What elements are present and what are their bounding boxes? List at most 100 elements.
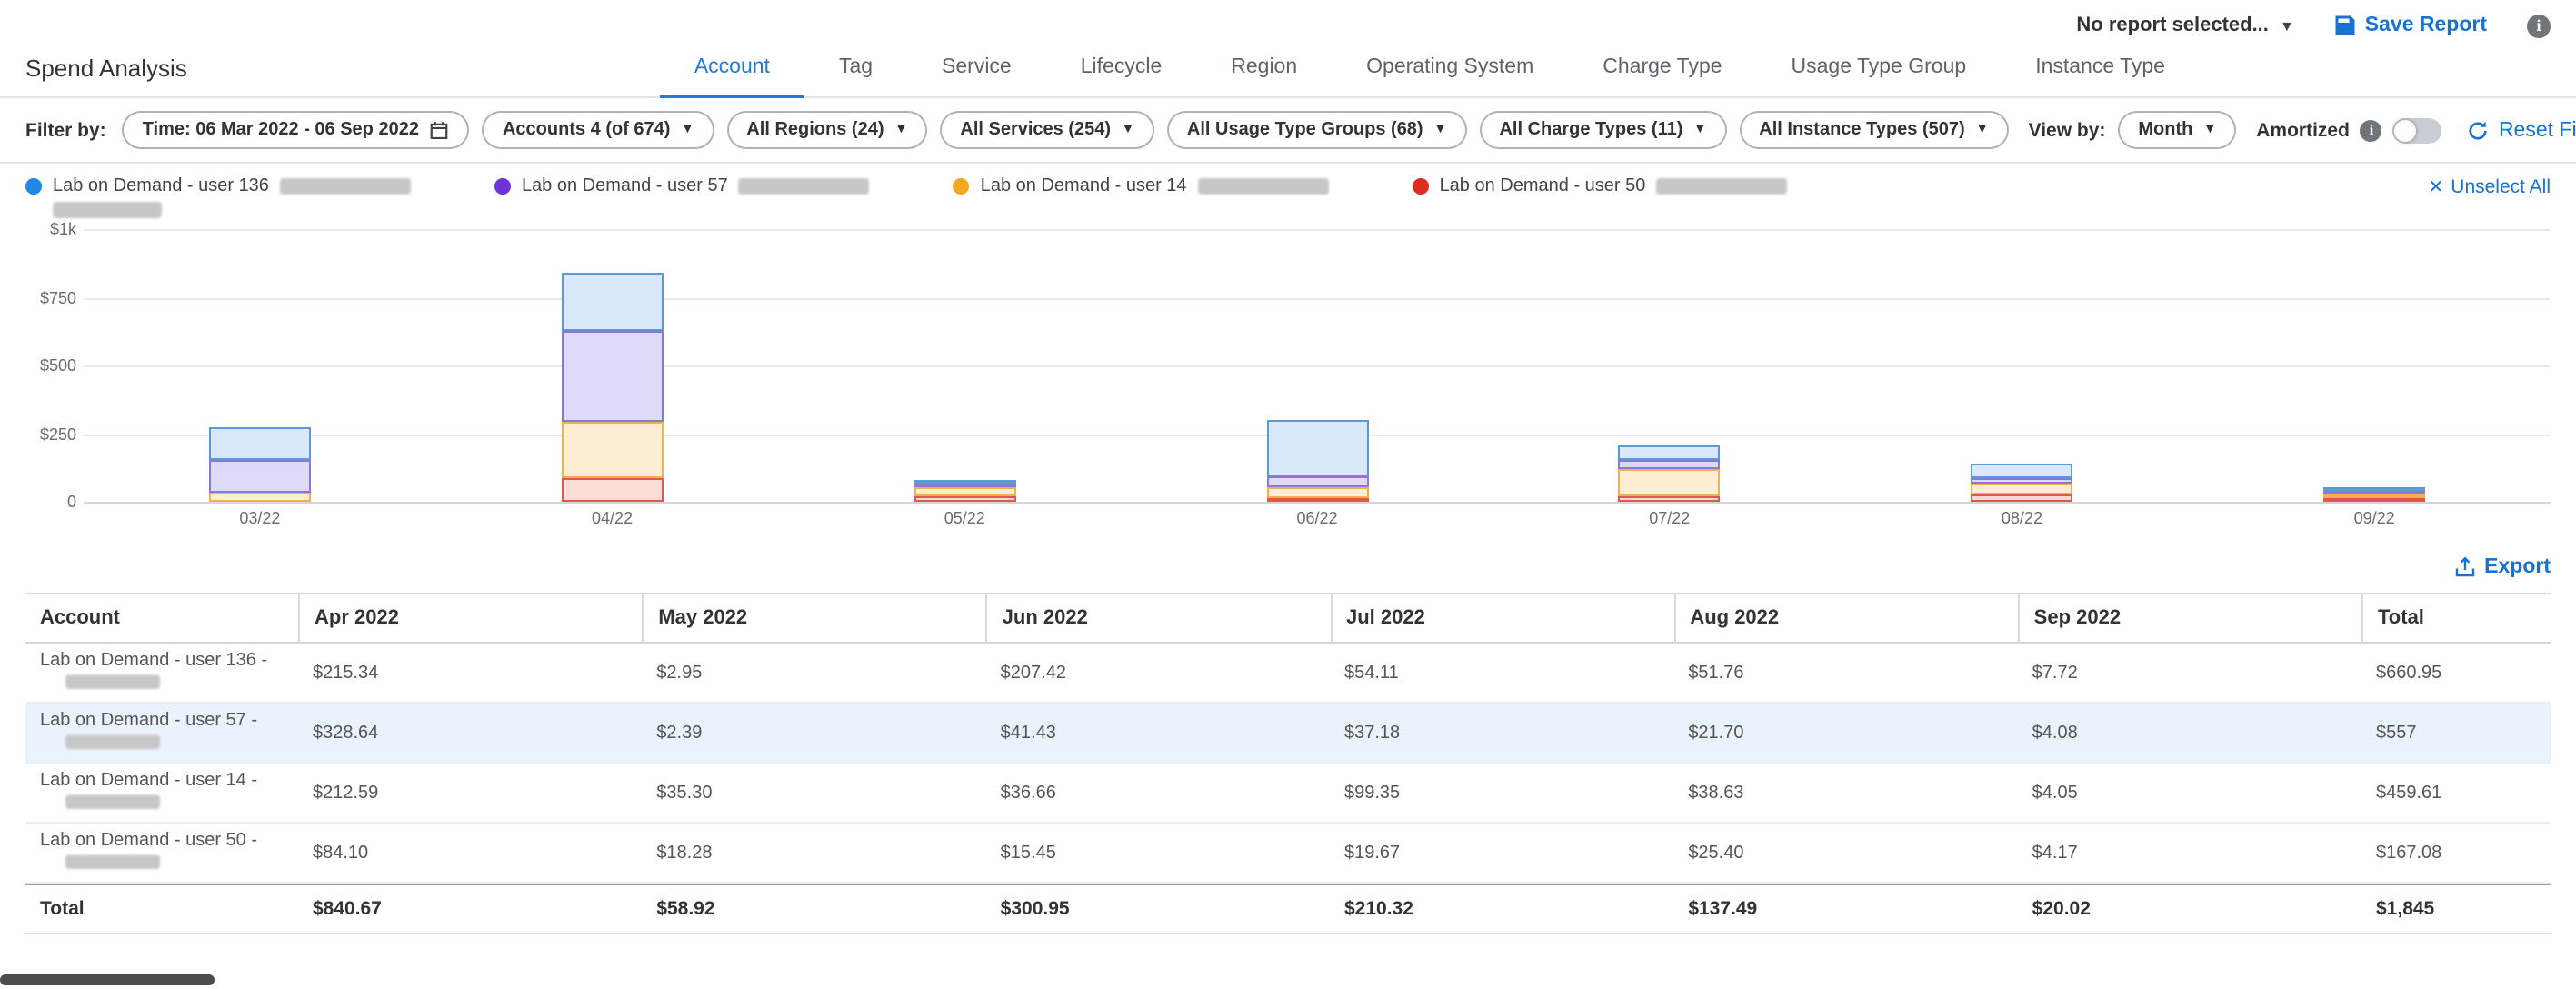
account-cell: Lab on Demand - user 136 - — [25, 644, 298, 702]
redacted-text — [65, 854, 160, 869]
filter-dropdown-all-services-254-[interactable]: All Services (254)▼ — [940, 111, 1154, 149]
filter-dropdown-accounts-4-of-674-[interactable]: Accounts 4 (of 674)▼ — [483, 111, 714, 149]
table-cell: $4.17 — [2018, 835, 2361, 870]
stacked-bar[interactable] — [914, 480, 1015, 502]
table-cell: $18.28 — [642, 835, 985, 870]
bar-segment — [209, 426, 311, 459]
chevron-down-icon: ▼ — [681, 124, 694, 136]
account-name: Lab on Demand - user 14 - — [40, 771, 284, 791]
redacted-text — [1198, 178, 1329, 195]
tab-instance-type[interactable]: Instance Type — [2001, 56, 2200, 96]
x-tick-label: 09/22 — [2198, 509, 2551, 527]
redacted-text — [1656, 178, 1787, 195]
redacted-text — [65, 734, 160, 749]
tab-account[interactable]: Account — [660, 56, 804, 98]
legend-item[interactable]: Lab on Demand - user 57 — [494, 176, 870, 218]
account-name: Lab on Demand - user 50 - — [40, 831, 284, 851]
export-button[interactable]: Export — [2453, 556, 2551, 578]
table-cell: $54.11 — [1330, 655, 1673, 690]
legend-item[interactable]: Lab on Demand - user 14 — [954, 176, 1329, 218]
table-row: Lab on Demand - user 14 -$212.59$35.30$3… — [25, 764, 2551, 824]
bar-cell — [1493, 229, 1846, 502]
x-tick-label: 07/22 — [1493, 509, 1846, 527]
filter-dropdown-all-instance-types-507-[interactable]: All Instance Types (507)▼ — [1739, 111, 2008, 149]
bar-segment — [2323, 498, 2425, 502]
header-row: Spend Analysis AccountTagServiceLifecycl… — [0, 44, 2576, 98]
view-by-dropdown[interactable]: Month ▼ — [2118, 111, 2236, 149]
x-tick-label: 08/22 — [1846, 509, 2199, 527]
spend-table: AccountApr 2022May 2022Jun 2022Jul 2022A… — [25, 593, 2551, 934]
bar-cell — [1141, 229, 1493, 502]
tab-service[interactable]: Service — [907, 56, 1046, 96]
tab-tag[interactable]: Tag — [804, 56, 907, 96]
view-by-label: View by: — [2029, 119, 2106, 141]
legend-label: Lab on Demand - user 57 — [522, 176, 728, 196]
bar-segment — [562, 479, 664, 502]
topbar: No report selected... ▼ Save Report i — [0, 0, 2576, 44]
info-icon[interactable]: i — [2527, 14, 2551, 37]
stacked-bar[interactable] — [2323, 487, 2425, 502]
table-column-header: Account — [25, 594, 298, 642]
account-name: Lab on Demand - user 136 - — [40, 651, 284, 671]
x-tick-label: 03/22 — [84, 509, 436, 527]
legend-item[interactable]: Lab on Demand - user 50 — [1413, 176, 1788, 218]
horizontal-scrollbar-thumb[interactable] — [0, 974, 215, 985]
bar-segment — [1266, 497, 1368, 502]
tab-region[interactable]: Region — [1196, 56, 1332, 96]
amortized-info-icon[interactable]: i — [2361, 119, 2382, 141]
bar-cell — [436, 229, 789, 502]
table-body: Lab on Demand - user 136 -$215.34$2.95$2… — [25, 644, 2551, 884]
table-cell: $15.45 — [986, 835, 1330, 870]
table-column-header: May 2022 — [642, 594, 985, 642]
calendar-icon — [430, 120, 450, 140]
x-tick-label: 04/22 — [436, 509, 789, 527]
chart-bars — [84, 229, 2551, 502]
total-cell: $840.67 — [298, 891, 642, 927]
save-report-button[interactable]: Save Report — [2334, 15, 2487, 36]
amortized-toggle[interactable] — [2393, 117, 2442, 143]
total-cell: $58.92 — [642, 891, 985, 927]
unselect-all-button[interactable]: ✕ Unselect All — [2429, 176, 2551, 198]
filter-dropdown-all-usage-type-groups-68-[interactable]: All Usage Type Groups (68)▼ — [1167, 111, 1467, 149]
legend-item[interactable]: Lab on Demand - user 136 — [25, 176, 411, 218]
filter-dropdown-all-charge-types-11-[interactable]: All Charge Types (11)▼ — [1479, 111, 1726, 149]
bar-segment — [562, 331, 664, 421]
tabs: AccountTagServiceLifecycleRegionOperatin… — [660, 56, 2200, 96]
report-selector-label: No report selected... — [2076, 15, 2269, 36]
y-tick-label: 0 — [67, 493, 76, 511]
x-tick-label: 06/22 — [1141, 509, 1493, 527]
chevron-down-icon: ▼ — [895, 124, 908, 136]
legend-line: Lab on Demand - user 57 — [494, 176, 870, 196]
stacked-bar[interactable] — [1266, 420, 1368, 502]
tab-charge-type[interactable]: Charge Type — [1568, 56, 1756, 96]
table-total-row: Total $840.67$58.92$300.95$210.32$137.49… — [25, 884, 2551, 934]
tab-usage-type-group[interactable]: Usage Type Group — [1757, 56, 2002, 96]
time-filter-pill[interactable]: Time: 06 Mar 2022 - 06 Sep 2022 — [123, 111, 470, 149]
bar-segment — [914, 497, 1015, 502]
report-selector-dropdown[interactable]: No report selected... ▼ — [2076, 15, 2293, 36]
reset-filters-button[interactable]: Reset Filters — [2468, 119, 2576, 141]
stacked-bar[interactable] — [1971, 465, 2072, 502]
bar-segment — [1971, 485, 2072, 495]
account-cell: Lab on Demand - user 50 - — [25, 824, 298, 882]
table-column-header: Aug 2022 — [1673, 594, 2017, 642]
y-tick-label: $750 — [40, 288, 76, 306]
stacked-bar[interactable] — [562, 273, 664, 502]
total-cell: $210.32 — [1330, 891, 1673, 927]
bar-segment — [1266, 476, 1368, 487]
filter-dropdown-label: All Instance Types (507) — [1759, 120, 1964, 140]
gridline — [84, 502, 2551, 504]
table-cell: $84.10 — [298, 835, 642, 870]
unselect-all-label: Unselect All — [2451, 176, 2551, 198]
spend-analysis-page: No report selected... ▼ Save Report i Sp… — [0, 0, 2576, 989]
filter-dropdown-all-regions-24-[interactable]: All Regions (24)▼ — [726, 111, 927, 149]
tab-operating-system[interactable]: Operating System — [1332, 56, 1568, 96]
table-column-header: Jun 2022 — [986, 594, 1330, 642]
stacked-bar[interactable] — [1619, 445, 1721, 502]
stacked-bar[interactable] — [209, 426, 311, 502]
filter-bar: Filter by: Time: 06 Mar 2022 - 06 Sep 20… — [0, 98, 2576, 164]
tab-lifecycle[interactable]: Lifecycle — [1046, 56, 1197, 96]
amortized-control: Amortized i — [2256, 117, 2442, 143]
table-cell: $167.08 — [2361, 835, 2551, 870]
redacted-text — [65, 674, 160, 689]
